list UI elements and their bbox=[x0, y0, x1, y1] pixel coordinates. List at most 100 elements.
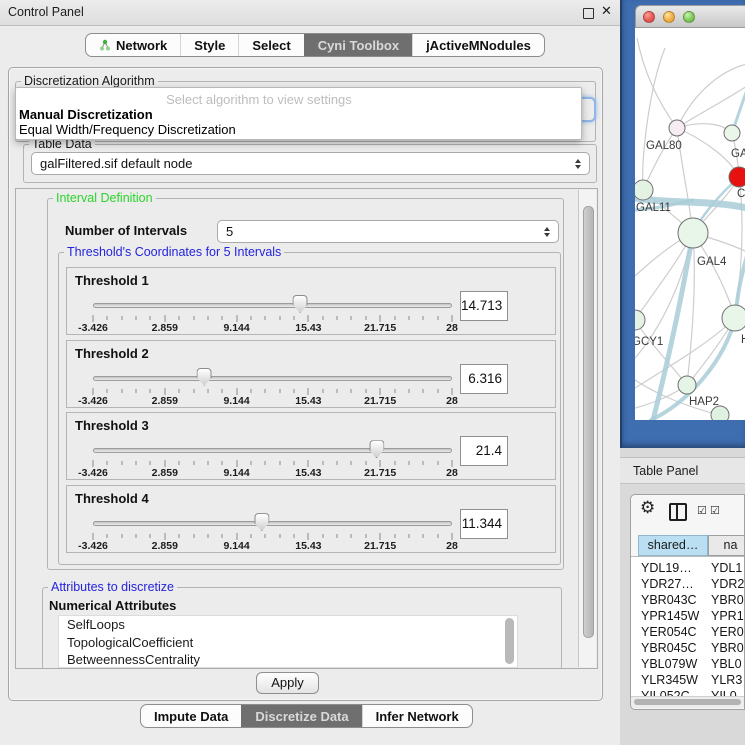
close-icon[interactable]: ✕ bbox=[601, 3, 612, 19]
tick-label: 9.144 bbox=[223, 467, 249, 479]
tab-network[interactable]: Network bbox=[86, 34, 180, 56]
threshold-value-field[interactable]: 21.4 bbox=[460, 436, 508, 466]
slider-ticks bbox=[93, 315, 452, 322]
edge[interactable] bbox=[643, 128, 677, 190]
algorithm-hint: Select algorithm to view settings bbox=[16, 92, 502, 107]
cell-shared-name: YBL079W bbox=[641, 657, 697, 671]
combo-spinner-icon[interactable] bbox=[575, 159, 581, 169]
pane-scrollbar-track[interactable] bbox=[578, 190, 596, 667]
slider-thumb[interactable] bbox=[197, 368, 212, 386]
pane-scrollbar-thumb[interactable] bbox=[583, 206, 594, 638]
split-columns-icon[interactable] bbox=[669, 503, 687, 521]
threshold-slider[interactable] bbox=[93, 440, 452, 458]
slider-track[interactable] bbox=[93, 521, 452, 526]
network-node[interactable] bbox=[678, 376, 696, 394]
network-node[interactable] bbox=[724, 125, 740, 141]
table-panel-card: ⚙ ☑ ☑ shared…naYDL19…YDL1YDR27…YDR2YBR04… bbox=[630, 494, 745, 710]
cell-shared-name: YPR145W bbox=[641, 609, 699, 623]
network-node[interactable] bbox=[635, 180, 653, 200]
table-row[interactable]: YBR043CYBR0 bbox=[631, 593, 745, 609]
num-intervals-combobox[interactable]: 5 bbox=[217, 220, 559, 243]
right-column: GAL80GACGAL11GAL4GCY1HHAP2 Table Panel ⚙… bbox=[620, 0, 745, 745]
tab-discretize-data[interactable]: Discretize Data bbox=[241, 705, 361, 727]
thresholds-group: Threshold's Coordinates for 5 Intervals … bbox=[58, 252, 561, 565]
minimize-traffic-light[interactable] bbox=[663, 11, 675, 23]
threshold-value-field[interactable]: 6.316 bbox=[460, 364, 508, 394]
checkbox-icon[interactable]: ☑ bbox=[710, 504, 720, 517]
algorithm-option-manual[interactable]: Manual Discretization bbox=[19, 107, 153, 122]
list-scrollbar[interactable] bbox=[505, 618, 514, 664]
slider-thumb[interactable] bbox=[369, 440, 384, 458]
table-data-combobox[interactable]: galFiltered.sif default node bbox=[31, 152, 590, 175]
network-node[interactable] bbox=[711, 406, 729, 420]
network-window-titlebar[interactable] bbox=[635, 5, 745, 28]
network-node[interactable] bbox=[669, 120, 685, 136]
column-header-2[interactable]: na bbox=[708, 535, 745, 556]
tick-label: -3.426 bbox=[78, 395, 108, 407]
table-row[interactable]: YDL19…YDL1 bbox=[631, 561, 745, 577]
close-traffic-light[interactable] bbox=[643, 11, 655, 23]
top-tabbar: NetworkStyleSelectCyni ToolboxjActiveMNo… bbox=[85, 33, 545, 57]
threshold-slider[interactable] bbox=[93, 368, 452, 386]
table-row[interactable]: YER054C YER0 bbox=[631, 625, 745, 641]
tab-impute-data[interactable]: Impute Data bbox=[141, 705, 241, 727]
column-header-1[interactable]: shared… bbox=[638, 535, 708, 556]
float-window-icon[interactable] bbox=[583, 8, 594, 19]
algorithm-option-equal-width[interactable]: Equal Width/Frequency Discretization bbox=[19, 122, 236, 137]
attribute-item[interactable]: TopologicalCoefficient bbox=[59, 634, 517, 652]
table-row[interactable]: YDR27…YDR2 bbox=[631, 577, 745, 593]
threshold-slider[interactable] bbox=[93, 295, 452, 313]
threshold-value-field[interactable]: 11.344 bbox=[460, 509, 508, 539]
gear-icon[interactable]: ⚙ bbox=[640, 498, 655, 518]
num-intervals-label: Number of Intervals bbox=[65, 223, 187, 238]
combo-spinner-icon[interactable] bbox=[544, 227, 550, 237]
network-node[interactable] bbox=[729, 167, 745, 187]
checkbox-icon[interactable]: ☑ bbox=[697, 504, 707, 517]
network-icon bbox=[99, 39, 111, 52]
slider-track[interactable] bbox=[93, 376, 452, 381]
threshold-value-field[interactable]: 14.713 bbox=[460, 291, 508, 321]
slider-thumb[interactable] bbox=[293, 295, 308, 313]
edge[interactable] bbox=[635, 320, 687, 385]
zoom-traffic-light[interactable] bbox=[683, 11, 695, 23]
tab-jactivemnodules[interactable]: jActiveMNodules bbox=[412, 34, 544, 56]
node-label: GCY1 bbox=[635, 336, 663, 348]
node-label: GAL4 bbox=[697, 256, 727, 268]
cell-shared-name: YBR043C bbox=[641, 593, 697, 607]
attribute-item[interactable]: BetweennessCentrality bbox=[59, 651, 517, 668]
edge[interactable] bbox=[637, 38, 677, 128]
edge[interactable] bbox=[677, 64, 745, 128]
algorithm-group-title: Discretization Algorithm bbox=[21, 74, 158, 88]
tab-label: Infer Network bbox=[376, 709, 459, 724]
slider-thumb[interactable] bbox=[254, 513, 269, 531]
horizontal-scrollbar[interactable] bbox=[631, 696, 745, 708]
bottom-tabbar: Impute DataDiscretize Data Infer Network bbox=[140, 704, 473, 728]
tab-infer-network[interactable]: Infer Network bbox=[362, 705, 472, 727]
tab-cyni-toolbox[interactable]: Cyni Toolbox bbox=[304, 34, 412, 56]
apply-button[interactable]: Apply bbox=[256, 672, 319, 694]
threshold-slider[interactable] bbox=[93, 513, 452, 531]
control-panel: Control Panel ✕ NetworkStyleSelectCyni T… bbox=[0, 0, 620, 745]
table-row[interactable]: YBL079W YBL0 bbox=[631, 657, 745, 673]
node-label: HAP2 bbox=[689, 396, 719, 408]
tab-style[interactable]: Style bbox=[180, 34, 238, 56]
attribute-item[interactable]: SelfLoops bbox=[59, 616, 517, 634]
network-node[interactable] bbox=[678, 218, 708, 248]
tab-select[interactable]: Select bbox=[238, 34, 303, 56]
cell-name: YBL0 bbox=[711, 657, 742, 671]
table-row[interactable]: YLR345WYLR3 bbox=[631, 673, 745, 689]
network-canvas[interactable]: GAL80GACGAL11GAL4GCY1HHAP2 bbox=[635, 28, 745, 420]
horizontal-scrollbar-thumb[interactable] bbox=[634, 699, 741, 705]
slider-track[interactable] bbox=[93, 303, 452, 308]
slider-track[interactable] bbox=[93, 448, 452, 453]
table-row[interactable]: YPR145WYPR1 bbox=[631, 609, 745, 625]
threshold-panel-2: Threshold 2-3.4262.8599.14415.4321.71528… bbox=[66, 340, 556, 408]
cell-name: YER0 bbox=[711, 625, 744, 639]
network-node[interactable] bbox=[722, 305, 745, 331]
table-row[interactable]: YBR045CYBR0 bbox=[631, 641, 745, 657]
cell-shared-name: YER054C bbox=[641, 625, 697, 639]
node-label: C bbox=[737, 188, 745, 200]
numerical-attributes-list[interactable]: SelfLoopsTopologicalCoefficientBetweenne… bbox=[58, 615, 518, 668]
network-graph[interactable]: GAL80GACGAL11GAL4GCY1HHAP2 bbox=[635, 28, 745, 420]
network-node[interactable] bbox=[635, 310, 645, 330]
